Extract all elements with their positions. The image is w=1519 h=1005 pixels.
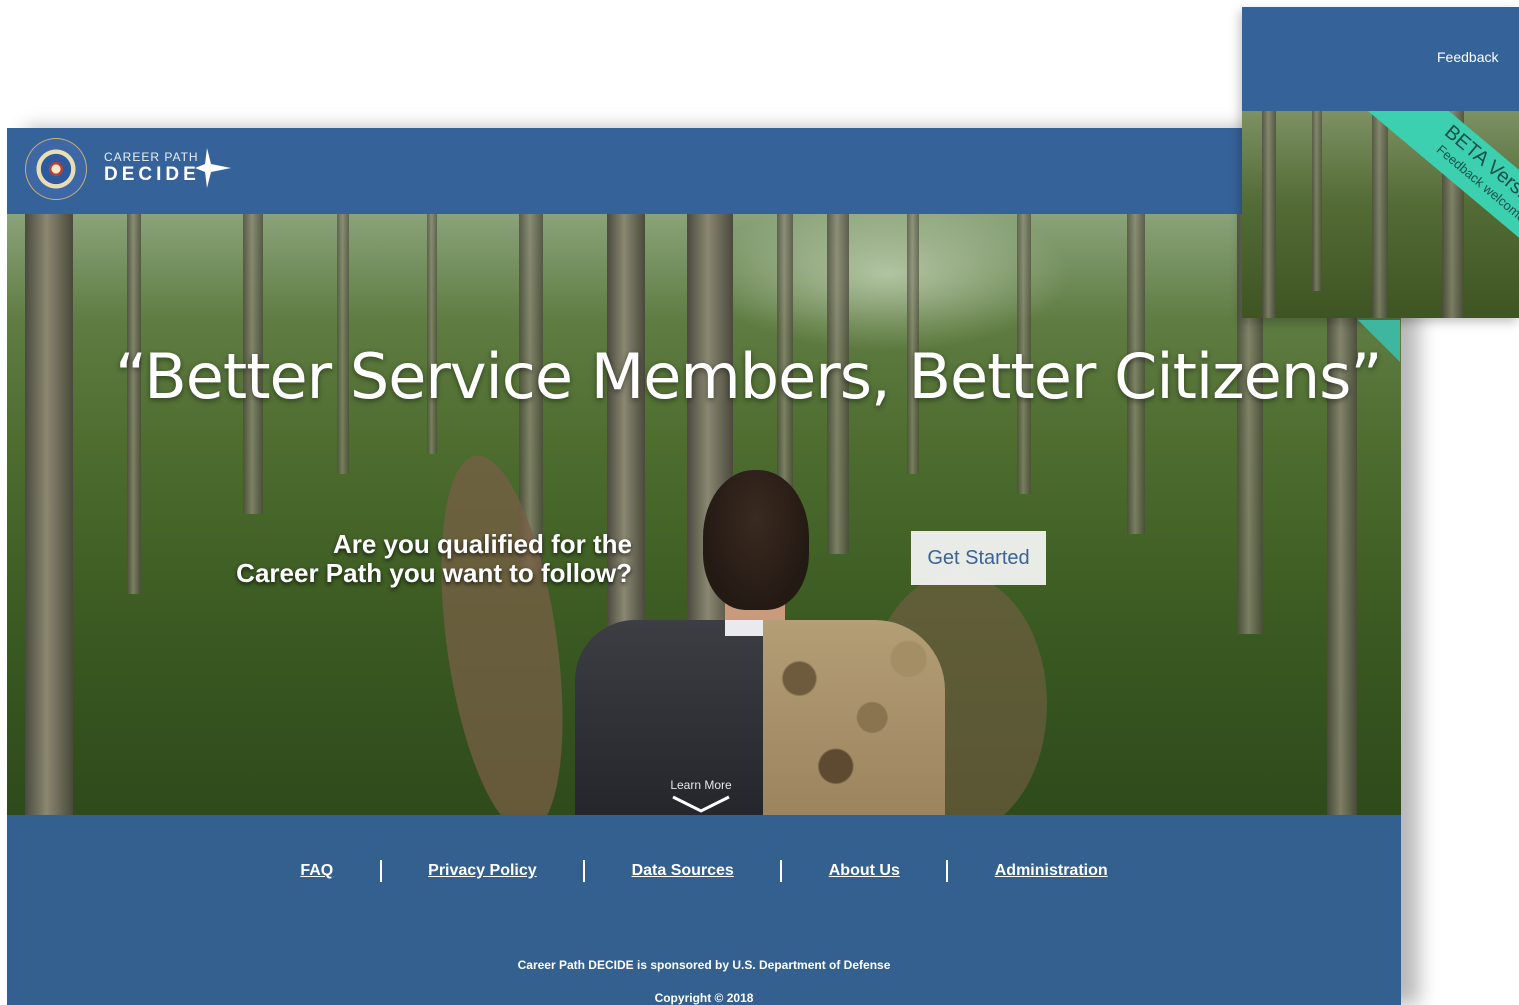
footer-link-data-sources[interactable]: Data Sources <box>632 862 734 879</box>
hero-title: “Better Service Members, Better Citizens… <box>115 340 1383 413</box>
footer-separator <box>379 860 382 882</box>
footer-link-administration[interactable]: Administration <box>995 862 1108 879</box>
footer-separator <box>583 860 586 882</box>
ribbon-corner-triangle <box>1358 320 1400 362</box>
chevron-down-icon <box>672 795 730 813</box>
hero-question-line-2: Career Path you want to follow? <box>236 558 632 588</box>
footer-copyright: Copyright © 2018 <box>654 991 754 1005</box>
dod-seal-icon <box>25 138 87 200</box>
learn-more-label: Learn More <box>670 778 732 792</box>
footer: FAQ Privacy Policy Data Sources About Us… <box>7 815 1401 1005</box>
snippet-window: Feedback BETA Version Feedback welcome <box>1242 7 1519 318</box>
footer-sponsor-text: Career Path DECIDE is sponsored by U.S. … <box>517 958 891 972</box>
header-bar: CAREER PATH DECIDE <box>7 128 1401 214</box>
footer-separator <box>780 860 783 882</box>
footer-link-about-us[interactable]: About Us <box>829 862 900 879</box>
footer-link-faq[interactable]: FAQ <box>300 862 333 879</box>
hero-banner: “Better Service Members, Better Citizens… <box>7 214 1401 815</box>
brand-big-text: DECIDE <box>104 164 200 185</box>
footer-links: FAQ Privacy Policy Data Sources About Us… <box>7 860 1401 882</box>
compass-arrow-icon <box>195 148 231 188</box>
footer-link-privacy-policy[interactable]: Privacy Policy <box>428 862 537 879</box>
learn-more-link[interactable]: Learn More <box>663 778 739 814</box>
brand-small-text: CAREER PATH <box>104 150 199 164</box>
snippet-forest-image: BETA Version Feedback welcome <box>1242 111 1519 318</box>
feedback-link[interactable]: Feedback <box>1437 49 1498 65</box>
hero-question: Are you qualified for the Career Path yo… <box>157 530 632 588</box>
main-window: CAREER PATH DECIDE “Better Service Membe… <box>7 128 1401 1005</box>
footer-separator <box>946 860 949 882</box>
hero-question-line-1: Are you qualified for the <box>332 529 632 559</box>
snippet-header-bar: Feedback <box>1242 7 1519 111</box>
person-illustration <box>575 470 945 815</box>
brand-logo[interactable]: CAREER PATH DECIDE <box>104 150 200 186</box>
